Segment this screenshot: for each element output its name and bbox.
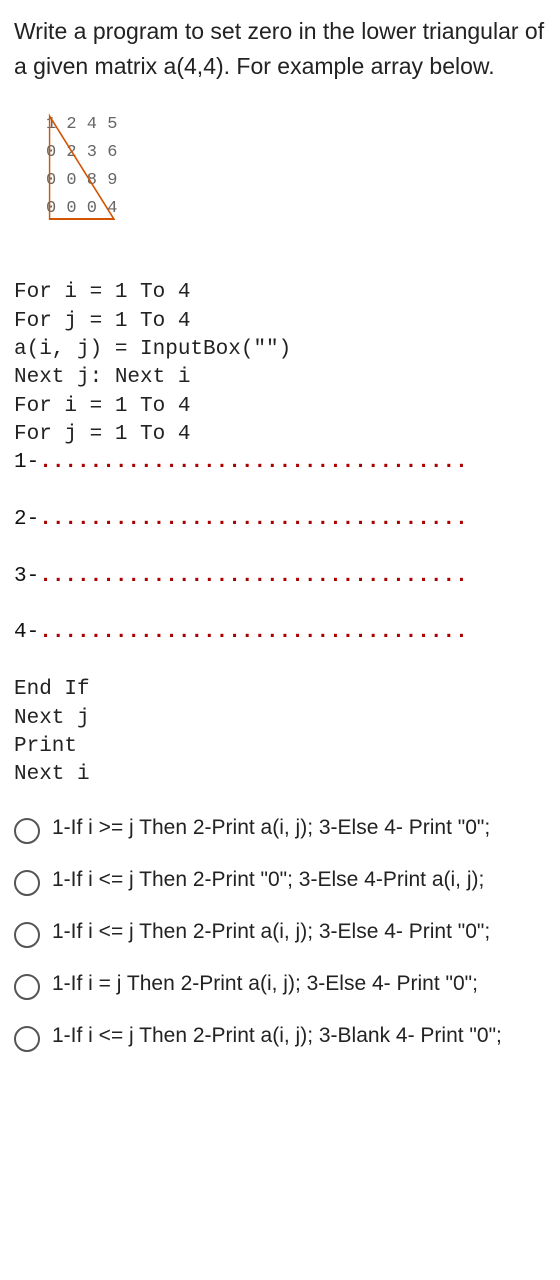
code-line: For j = 1 To 4	[14, 423, 190, 446]
option-3[interactable]: 1-If i <= j Then 2-Print a(i, j); 3-Else…	[14, 916, 546, 948]
code-line: Print	[14, 735, 77, 758]
option-4[interactable]: 1-If i = j Then 2-Print a(i, j); 3-Else …	[14, 968, 546, 1000]
option-text: 1-If i <= j Then 2-Print a(i, j); 3-Blan…	[52, 1020, 546, 1052]
radio-icon	[14, 1026, 40, 1052]
code-line: a(i, j) = InputBox("")	[14, 338, 291, 361]
blank-line-4: 4-..................................	[14, 619, 546, 647]
blank-line-1: 1-..................................	[14, 449, 546, 477]
radio-icon	[14, 870, 40, 896]
question-text: Write a program to set zero in the lower…	[14, 14, 546, 83]
code-line: Next j	[14, 707, 90, 730]
matrix-row: 0 2 3 6	[46, 139, 117, 167]
code-line: Next j: Next i	[14, 366, 190, 389]
matrix-example: 1 2 4 5 0 2 3 6 0 0 8 9 0 0 0 4	[46, 111, 546, 223]
options-group: 1-If i >= j Then 2-Print a(i, j); 3-Else…	[14, 812, 546, 1052]
matrix-row: 0 0 0 4	[46, 195, 117, 223]
code-line: For i = 1 To 4	[14, 281, 190, 304]
radio-icon	[14, 922, 40, 948]
blank-line-3: 3-..................................	[14, 563, 546, 591]
option-2[interactable]: 1-If i <= j Then 2-Print "0"; 3-Else 4-P…	[14, 864, 546, 896]
code-line: End If	[14, 678, 90, 701]
blank-line-2: 2-..................................	[14, 506, 546, 534]
code-line: For j = 1 To 4	[14, 310, 190, 333]
option-text: 1-If i >= j Then 2-Print a(i, j); 3-Else…	[52, 812, 546, 844]
option-5[interactable]: 1-If i <= j Then 2-Print a(i, j); 3-Blan…	[14, 1020, 546, 1052]
radio-icon	[14, 974, 40, 1000]
code-block: For i = 1 To 4 For j = 1 To 4 a(i, j) = …	[14, 251, 546, 790]
option-1[interactable]: 1-If i >= j Then 2-Print a(i, j); 3-Else…	[14, 812, 546, 844]
matrix-row: 0 0 8 9	[46, 167, 117, 195]
radio-icon	[14, 818, 40, 844]
code-line: For i = 1 To 4	[14, 395, 190, 418]
option-text: 1-If i <= j Then 2-Print "0"; 3-Else 4-P…	[52, 864, 546, 896]
option-text: 1-If i <= j Then 2-Print a(i, j); 3-Else…	[52, 916, 546, 948]
matrix-row: 1 2 4 5	[46, 111, 117, 139]
option-text: 1-If i = j Then 2-Print a(i, j); 3-Else …	[52, 968, 546, 1000]
code-line: Next i	[14, 763, 90, 786]
